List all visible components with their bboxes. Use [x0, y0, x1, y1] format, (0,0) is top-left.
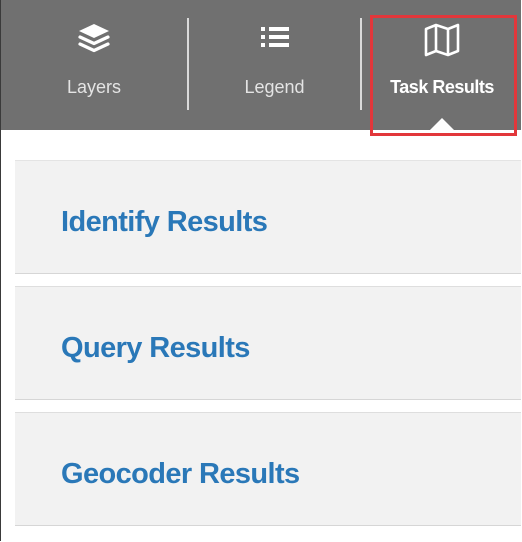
tab-layers[interactable]: Layers — [1, 0, 187, 130]
identify-results-link[interactable]: Identify Results — [61, 206, 268, 239]
geocoder-results-link[interactable]: Geocoder Results — [61, 458, 300, 491]
tab-legend-label: Legend — [244, 77, 305, 97]
tab-task-results[interactable]: Task Results — [362, 0, 521, 130]
layers-stack-icon — [78, 24, 110, 53]
list-icon — [260, 27, 289, 47]
query-results-link[interactable]: Query Results — [61, 332, 250, 365]
task-panel: Layers Legend Task Results Identify Resu… — [0, 0, 521, 541]
results-list: Identify Results Query Results Geocoder … — [15, 160, 521, 538]
tab-task-results-label: Task Results — [390, 77, 494, 97]
geocoder-results-item[interactable]: Geocoder Results — [15, 412, 521, 526]
query-results-item[interactable]: Query Results — [15, 286, 521, 400]
tab-bar: Layers Legend Task Results — [1, 0, 521, 130]
map-icon — [424, 23, 460, 57]
tab-legend[interactable]: Legend — [189, 0, 360, 130]
identify-results-item[interactable]: Identify Results — [15, 160, 521, 274]
active-tab-indicator — [430, 118, 454, 130]
tab-layers-label: Layers — [66, 77, 122, 97]
